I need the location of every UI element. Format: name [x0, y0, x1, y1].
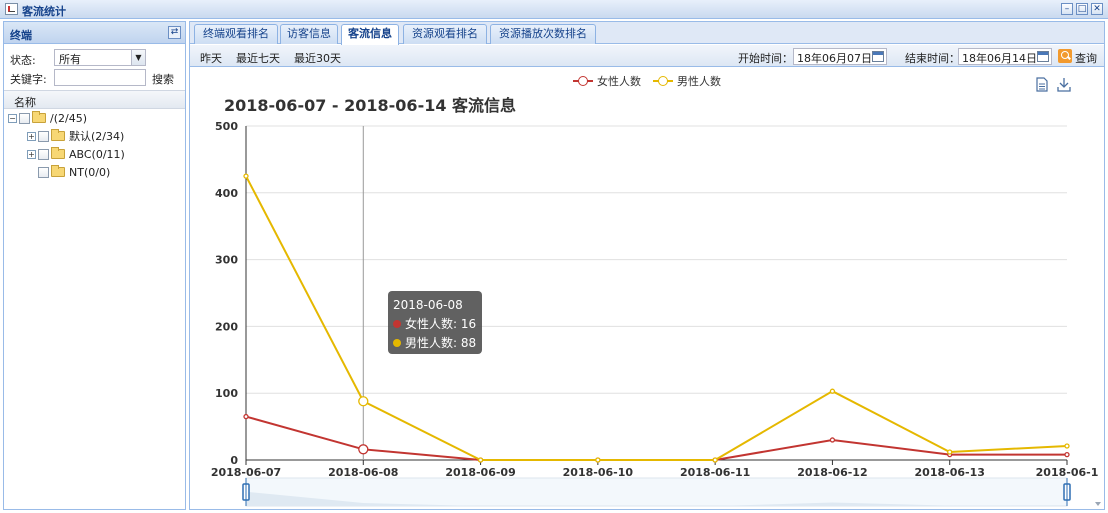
y-tick-label: 100 [215, 387, 238, 400]
end-time-label: 结束时间： [905, 52, 960, 65]
traffic-chart: 女性人数 男性人数 2018-06-07 - 2018-06-14 客流信息 0… [190, 68, 1104, 509]
data-point-male [358, 396, 369, 407]
y-tick-label: 500 [215, 120, 238, 133]
folder-icon [51, 165, 65, 177]
calendar-icon[interactable] [1037, 51, 1049, 62]
tooltip-male-row: 男性人数: 88 [393, 333, 477, 352]
tab-visitor-info[interactable]: 访客信息 [280, 24, 338, 44]
yesterday-button[interactable]: 昨天 [200, 50, 222, 66]
chart-app-icon [5, 3, 18, 15]
tab-resource-play-ranking[interactable]: 资源播放次数排名 [490, 24, 596, 44]
date-toolbar: 昨天 最近七天 最近30天 开始时间： 18年06月07日 结束时间： 18年0… [190, 45, 1104, 67]
vertical-scrollbar[interactable] [1092, 68, 1104, 509]
x-tick-label: 2018-06-07 [211, 466, 281, 479]
folder-icon [51, 129, 65, 141]
data-point-male [243, 173, 249, 179]
end-date-field[interactable]: 18年06月14日 [958, 48, 1052, 65]
tab-resource-view-ranking[interactable]: 资源观看排名 [403, 24, 487, 44]
tooltip-male-text: 男性人数: 88 [405, 336, 477, 350]
collapse-icon[interactable]: − [8, 113, 17, 123]
calendar-icon[interactable] [872, 51, 884, 62]
data-point-female [829, 437, 836, 443]
series-line-female [245, 415, 1067, 461]
tree-checkbox[interactable] [38, 166, 49, 178]
tooltip-female-text: 女性人数: 16 [405, 317, 477, 331]
tooltip-female-dot [393, 319, 401, 328]
x-tick-label: 2018-06-13 [915, 466, 985, 479]
minimize-button[interactable]: – [1061, 3, 1073, 15]
folder-icon [32, 111, 46, 123]
tab-strip: 终端观看排名 访客信息 客流信息 资源观看排名 资源播放次数排名 [190, 22, 1104, 45]
terminal-panel-header: 终端 ⇄ [4, 22, 185, 44]
tree-node-abc[interactable]: + ABC(0/11) [27, 146, 125, 162]
x-tick-label: 2018-06-1 [1036, 466, 1099, 479]
tree-node-nt[interactable]: NT(0/0) [27, 164, 110, 180]
y-tick-label: 300 [215, 254, 238, 267]
x-tick-label: 2018-06-10 [563, 466, 634, 479]
start-time-label: 开始时间： [738, 52, 793, 65]
tree-node-label: NT(0/0) [69, 165, 111, 179]
last-7-days-button[interactable]: 最近七天 [236, 50, 280, 66]
x-tick-label: 2018-06-08 [328, 466, 398, 479]
query-button[interactable]: 查询 [1075, 50, 1097, 66]
terminal-panel: 终端 ⇄ 状态: 所有 ▼ 关键字: 搜索 名称 − /(2/45) + 默认(… [3, 21, 186, 510]
content-panel: 终端观看排名 访客信息 客流信息 资源观看排名 资源播放次数排名 昨天 最近七天… [189, 21, 1105, 510]
data-point-male [477, 457, 484, 463]
window-titlebar: 客流统计 – □ ✕ [0, 0, 1108, 19]
tooltip-male-dot [393, 338, 401, 347]
search-icon[interactable] [1058, 49, 1072, 63]
data-point-male [1064, 443, 1070, 449]
terminal-panel-title: 终端 [10, 29, 32, 42]
tree-node-default[interactable]: + 默认(2/34) [27, 128, 124, 144]
tab-terminal-ranking[interactable]: 终端观看排名 [194, 24, 278, 44]
status-select[interactable]: 所有 ▼ [54, 49, 146, 66]
tree-node-label: /(2/45) [50, 111, 87, 125]
data-point-male [829, 388, 836, 394]
line-chart-svg: 01002003004005002018-06-07 2018-06-08 2018… [211, 120, 1099, 507]
search-button[interactable]: 搜索 [152, 71, 174, 87]
tree-checkbox[interactable] [38, 148, 49, 160]
series-line-male [245, 175, 1068, 461]
close-button[interactable]: ✕ [1091, 3, 1103, 15]
tree-checkbox[interactable] [38, 130, 49, 142]
data-point-female [1064, 452, 1070, 458]
end-date-value: 18年06月14日 [962, 52, 1037, 65]
tree-node-label: ABC(0/11) [69, 147, 125, 161]
tooltip-date: 2018-06-08 [393, 297, 463, 312]
keyword-input[interactable] [54, 69, 146, 86]
expand-icon[interactable]: + [27, 149, 36, 159]
expand-icon[interactable]: + [27, 131, 36, 141]
tree-node-root[interactable]: − /(2/45) [8, 110, 87, 126]
tree-checkbox[interactable] [19, 112, 30, 124]
keyword-label: 关键字: [10, 73, 47, 86]
zoom-slider-track [245, 477, 1068, 507]
y-tick-label: 200 [215, 320, 238, 333]
data-point-male [712, 457, 718, 463]
data-point-female [358, 444, 369, 455]
x-tick-label: 2018-06-12 [797, 466, 867, 479]
data-point-male [947, 449, 953, 455]
tree-column-header[interactable]: 名称 [4, 90, 185, 109]
chart-tooltip: 2018-06-08 女性人数: 16 男性人数: 88 [388, 291, 482, 354]
status-select-value: 所有 [59, 53, 81, 66]
x-tick-label: 2018-06-11 [680, 466, 750, 479]
tooltip-female-row: 女性人数: 16 [393, 314, 477, 333]
chevron-down-icon[interactable]: ▼ [131, 50, 145, 65]
maximize-button[interactable]: □ [1076, 3, 1088, 15]
tree-column-header-label: 名称 [14, 96, 36, 109]
tree-node-label: 默认(2/34) [69, 130, 125, 143]
data-point-male [595, 457, 601, 463]
last-30-days-button[interactable]: 最近30天 [294, 50, 341, 66]
x-tick-label: 2018-06-09 [445, 466, 515, 479]
folder-icon [51, 147, 65, 159]
window-title: 客流统计 [22, 5, 66, 18]
tab-traffic-info[interactable]: 客流信息 [341, 24, 399, 45]
refresh-icon[interactable]: ⇄ [168, 26, 181, 39]
start-date-field[interactable]: 18年06月07日 [793, 48, 887, 65]
data-point-female [243, 413, 249, 420]
y-tick-label: 400 [215, 187, 238, 200]
status-label: 状态: [10, 54, 36, 67]
start-date-value: 18年06月07日 [797, 52, 872, 65]
